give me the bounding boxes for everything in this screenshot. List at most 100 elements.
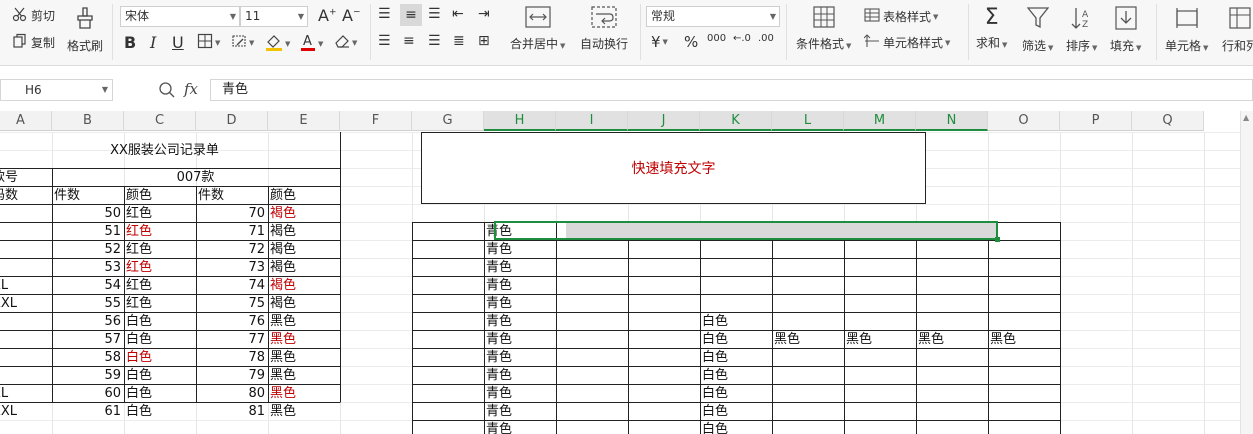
column-header-E[interactable]: E xyxy=(268,111,340,131)
fill-color-button[interactable]: ▼ xyxy=(265,33,290,54)
merge-center-button[interactable]: 合并居中 ▼ xyxy=(510,6,565,52)
color-cell[interactable]: 红色 xyxy=(124,241,195,259)
column-header-C[interactable]: C xyxy=(124,111,196,131)
justify-button[interactable]: ≣ xyxy=(453,33,465,49)
fill-cell[interactable]: 白色 xyxy=(700,331,771,349)
fill-cell[interactable]: 青色 xyxy=(484,295,555,313)
color-cell[interactable]: 红色 xyxy=(124,223,195,241)
cell-style-format-button[interactable]: ▼ xyxy=(231,33,254,52)
column-header-H[interactable]: H xyxy=(484,111,556,131)
fx-icon[interactable]: fx xyxy=(184,80,198,98)
column-title[interactable]: 码数 xyxy=(0,187,51,205)
fill-cell[interactable]: 白色 xyxy=(700,367,771,385)
scroll-up-icon[interactable]: ▲ xyxy=(1243,113,1249,122)
quantity-cell[interactable]: 50 xyxy=(52,205,123,223)
filter-button[interactable]: 筛选 ▼ xyxy=(1022,6,1053,54)
style-value[interactable]: 007款 xyxy=(52,169,339,187)
fill-cell[interactable]: 黑色 xyxy=(844,331,915,349)
fill-cell[interactable]: 青色 xyxy=(484,241,555,259)
column-header-F[interactable]: F xyxy=(340,111,412,131)
column-header-N[interactable]: N xyxy=(916,111,988,131)
color-cell[interactable]: 黑色 xyxy=(268,331,339,349)
font-color-button[interactable]: A ▼ xyxy=(300,33,323,54)
color-cell[interactable]: 红色 xyxy=(124,277,195,295)
decrease-decimal-button[interactable]: .00 xyxy=(758,33,774,44)
fill-cell[interactable]: 黑色 xyxy=(916,331,987,349)
quantity-cell[interactable]: 71 xyxy=(196,223,267,241)
fill-button[interactable]: 填充 ▼ xyxy=(1110,6,1141,54)
size-cell[interactable]: XXL xyxy=(0,295,51,313)
column-header-J[interactable]: J xyxy=(628,111,700,131)
underline-button[interactable]: U xyxy=(172,33,184,52)
color-cell[interactable]: 褐色 xyxy=(268,241,339,259)
color-cell[interactable]: 黑色 xyxy=(268,313,339,331)
formula-input[interactable]: 青色 xyxy=(210,79,1253,101)
fill-cell[interactable]: 青色 xyxy=(484,331,555,349)
fill-cell[interactable]: 白色 xyxy=(700,421,771,434)
column-header-L[interactable]: L xyxy=(772,111,844,131)
color-cell[interactable]: 白色 xyxy=(124,403,195,421)
quantity-cell[interactable]: 53 xyxy=(52,259,123,277)
color-cell[interactable]: 黑色 xyxy=(268,403,339,421)
column-header-D[interactable]: D xyxy=(196,111,268,131)
color-cell[interactable]: 黑色 xyxy=(268,367,339,385)
size-cell[interactable]: XL xyxy=(0,385,51,403)
color-cell[interactable]: 白色 xyxy=(124,331,195,349)
decrease-font-button[interactable]: A− xyxy=(342,6,361,25)
clear-format-button[interactable]: ▼ xyxy=(334,33,357,52)
color-cell[interactable]: 褐色 xyxy=(268,259,339,277)
increase-font-button[interactable]: A+ xyxy=(318,6,337,25)
align-middle-button[interactable]: ≡ xyxy=(400,4,422,26)
column-title[interactable]: 件数 xyxy=(196,187,267,205)
thousands-button[interactable]: 000 xyxy=(707,33,726,44)
table-style-button[interactable]: 表格样式 ▼ xyxy=(864,8,938,25)
italic-button[interactable]: I xyxy=(150,33,156,52)
size-cell[interactable]: XXL xyxy=(0,403,51,421)
color-cell[interactable]: 黑色 xyxy=(268,349,339,367)
quantity-cell[interactable]: 77 xyxy=(196,331,267,349)
align-top-button[interactable]: ☰ xyxy=(378,6,391,22)
column-title[interactable]: 件数 xyxy=(52,187,123,205)
zoom-icon[interactable] xyxy=(158,81,176,102)
size-cell[interactable]: L xyxy=(0,259,51,277)
align-bottom-button[interactable]: ☰ xyxy=(428,6,441,22)
quantity-cell[interactable]: 56 xyxy=(52,313,123,331)
quantity-cell[interactable]: 61 xyxy=(52,403,123,421)
column-header-G[interactable]: G xyxy=(412,111,484,131)
fill-handle[interactable] xyxy=(995,237,1000,242)
column-header-Q[interactable]: Q xyxy=(1132,111,1204,131)
cut-button[interactable]: 剪切 xyxy=(12,6,55,25)
color-cell[interactable]: 白色 xyxy=(124,349,195,367)
quantity-cell[interactable]: 58 xyxy=(52,349,123,367)
quantity-cell[interactable]: 80 xyxy=(196,385,267,403)
font-name-select[interactable]: 宋体 ▼ xyxy=(120,6,240,27)
color-cell[interactable]: 红色 xyxy=(124,259,195,277)
color-cell[interactable]: 红色 xyxy=(124,295,195,313)
format-painter-button[interactable]: 格式刷 xyxy=(67,6,103,54)
distribute-button[interactable]: ⊞ xyxy=(478,33,490,49)
quantity-cell[interactable]: 54 xyxy=(52,277,123,295)
percent-button[interactable]: % xyxy=(684,33,698,51)
align-right-button[interactable]: ☰ xyxy=(428,33,441,49)
column-header-A[interactable]: A xyxy=(0,111,52,131)
color-cell[interactable]: 褐色 xyxy=(268,295,339,313)
quantity-cell[interactable]: 81 xyxy=(196,403,267,421)
quantity-cell[interactable]: 79 xyxy=(196,367,267,385)
quantity-cell[interactable]: 60 xyxy=(52,385,123,403)
fill-cell[interactable]: 白色 xyxy=(700,349,771,367)
fill-cell[interactable]: 青色 xyxy=(484,349,555,367)
fill-cell[interactable]: 青色 xyxy=(484,403,555,421)
vertical-scrollbar[interactable]: ▲ xyxy=(1240,111,1253,434)
quantity-cell[interactable]: 51 xyxy=(52,223,123,241)
quick-fill-textbox[interactable]: 快速填充文字 xyxy=(421,132,926,204)
size-cell[interactable]: XL xyxy=(0,277,51,295)
column-header-M[interactable]: M xyxy=(844,111,916,131)
cell-style-button[interactable]: 单元格样式 ▼ xyxy=(863,34,950,51)
column-title[interactable]: 颜色 xyxy=(124,187,195,205)
fill-cell[interactable]: 白色 xyxy=(700,403,771,421)
quantity-cell[interactable]: 74 xyxy=(196,277,267,295)
column-header-O[interactable]: O xyxy=(988,111,1060,131)
table-title[interactable]: XX服装公司记录单 xyxy=(0,142,339,160)
quantity-cell[interactable]: 70 xyxy=(196,205,267,223)
spreadsheet-grid[interactable]: ABCDEFGHIJKLMNOPQ XX服装公司记录单款号007款码数件数颜色件… xyxy=(0,111,1240,434)
